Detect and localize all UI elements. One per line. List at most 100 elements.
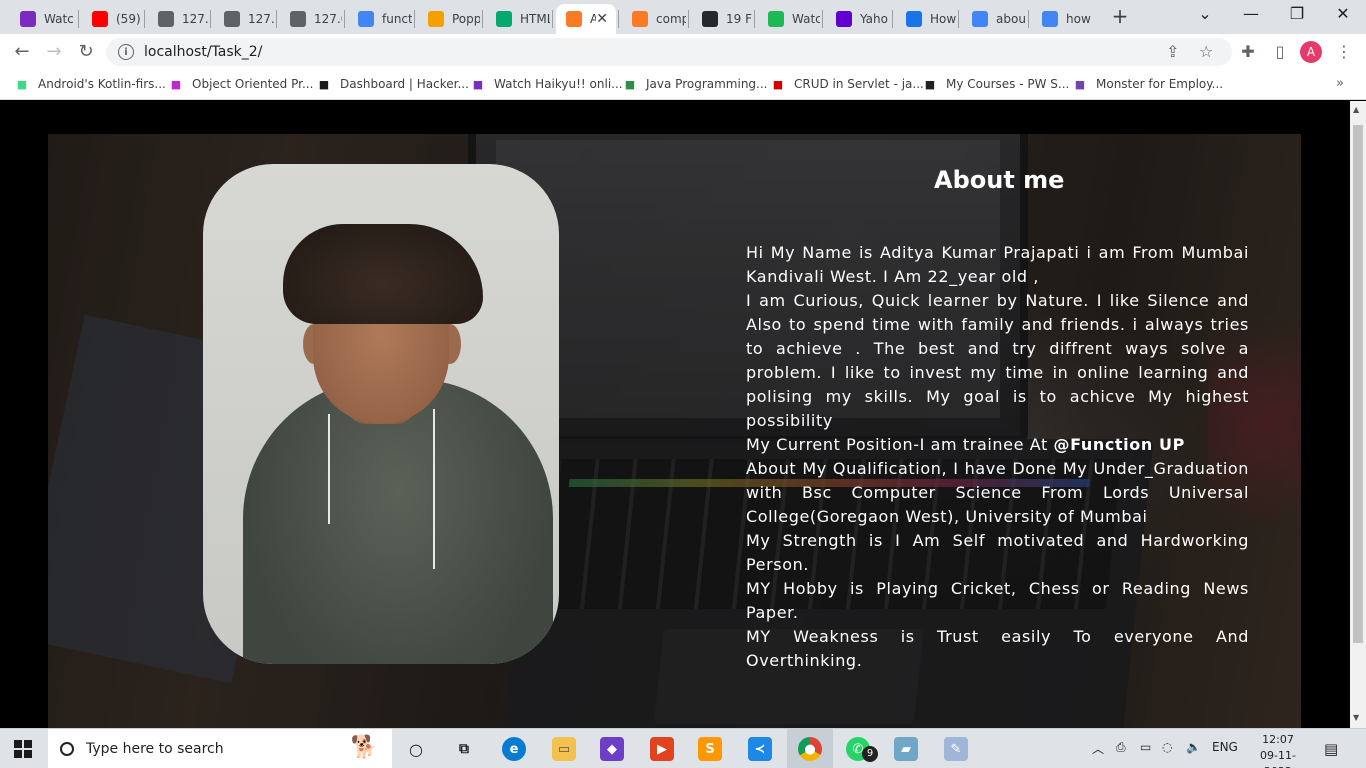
tab-label: Watc bbox=[44, 12, 74, 26]
tab-label: how bbox=[1066, 12, 1091, 26]
scroll-up-icon[interactable]: ▲ bbox=[1353, 105, 1359, 114]
tab-separator bbox=[754, 10, 755, 28]
bookmark-item[interactable]: ■ Java Programming... bbox=[622, 76, 768, 92]
back-icon[interactable]: ← bbox=[10, 40, 34, 64]
browser-tab[interactable]: 19 FR bbox=[692, 4, 752, 34]
search-icon bbox=[60, 742, 74, 756]
network-icon[interactable]: ◌ bbox=[1162, 740, 1172, 754]
tab-label: abou bbox=[996, 12, 1026, 26]
browser-tab[interactable]: Popp bbox=[418, 4, 480, 34]
browser-tab[interactable]: 127.0 bbox=[148, 4, 208, 34]
edge-icon[interactable]: e bbox=[502, 737, 526, 761]
bookmark-label: Android's Kotlin-firs... bbox=[38, 77, 166, 91]
browser-tab[interactable]: abou bbox=[962, 4, 1026, 34]
show-hidden-icons[interactable]: ︿ bbox=[1092, 740, 1104, 757]
bookmark-label: Dashboard | Hacker... bbox=[340, 77, 469, 91]
windows-start-icon[interactable] bbox=[14, 740, 32, 758]
browser-tab[interactable]: (59) H bbox=[82, 4, 142, 34]
youtube-icon bbox=[92, 11, 108, 27]
paragraph-strength: My Strength is I Am Self motivated and H… bbox=[746, 531, 1249, 574]
device-icon[interactable]: ⎙ bbox=[1116, 740, 1126, 755]
taskbar-search[interactable]: Type here to search 🐕 bbox=[48, 729, 392, 768]
close-tab-icon[interactable]: ✕ bbox=[596, 11, 608, 27]
bookmark-star-icon[interactable]: ☆ bbox=[1199, 42, 1213, 61]
bookmark-item[interactable]: ■ Monster for Employ... bbox=[1072, 76, 1223, 92]
page-scrollbar[interactable]: ▲ ▼ bbox=[1350, 101, 1366, 728]
tab-label: 127.0 bbox=[182, 12, 208, 26]
profile-avatar[interactable]: A bbox=[1300, 41, 1322, 63]
browser-tab[interactable]: how bbox=[1032, 4, 1096, 34]
bookmark-item[interactable]: ■ Android's Kotlin-firs... bbox=[14, 76, 166, 92]
bookmark-label: My Courses - PW S... bbox=[946, 77, 1070, 91]
info-icon bbox=[906, 11, 922, 27]
hackerrank-icon: ■ bbox=[318, 77, 330, 91]
profile-photo bbox=[203, 164, 559, 664]
extensions-icon[interactable]: ✚ bbox=[1238, 42, 1258, 61]
scroll-down-icon[interactable]: ▼ bbox=[1353, 713, 1359, 722]
browser-tab[interactable]: How bbox=[896, 4, 956, 34]
browser-tab[interactable]: Watc bbox=[10, 4, 76, 34]
language-indicator[interactable]: ENG bbox=[1212, 740, 1238, 754]
oop-icon: ■ bbox=[170, 77, 182, 91]
menu-icon[interactable]: ⋮ bbox=[1334, 42, 1354, 61]
more-bookmarks-icon[interactable]: » bbox=[1336, 76, 1344, 91]
browser-tab[interactable]: 127.0 bbox=[214, 4, 274, 34]
taskbar-clock[interactable]: 12:07 09-11-2022 bbox=[1248, 732, 1308, 768]
tab-search-icon[interactable]: ⌄ bbox=[1190, 4, 1220, 23]
close-window-button[interactable]: ✕ bbox=[1328, 4, 1358, 23]
sublime-text-icon[interactable]: S bbox=[698, 737, 722, 761]
scrollbar-thumb[interactable] bbox=[1353, 125, 1363, 643]
gfg-icon: ■ bbox=[624, 77, 636, 91]
paragraph-nature: I am Curious, Quick learner by Nature. I… bbox=[746, 291, 1249, 430]
about-text: Hi My Name is Aditya Kumar Prajapati i a… bbox=[746, 241, 1249, 673]
tab-separator bbox=[822, 10, 823, 28]
share-icon[interactable]: ⇪ bbox=[1166, 42, 1179, 61]
file-explorer-icon[interactable]: ▭ bbox=[552, 737, 576, 761]
site-info-icon[interactable]: i bbox=[118, 44, 134, 60]
forward-icon[interactable]: → bbox=[42, 40, 66, 64]
browser-tab[interactable]: Yaho bbox=[826, 4, 890, 34]
media-player-icon[interactable]: ▶ bbox=[650, 737, 674, 761]
bookmark-item[interactable]: ■ Watch Haikyu!! onli... bbox=[470, 76, 623, 92]
clock-date: 09-11-2022 bbox=[1260, 749, 1296, 768]
address-text: localhost/Task_2/ bbox=[144, 44, 263, 60]
paint-icon[interactable]: ✎ bbox=[944, 737, 968, 761]
bookmark-item[interactable]: ■ CRUD in Servlet - ja... bbox=[770, 76, 924, 92]
new-tab-button[interactable]: + bbox=[1110, 4, 1130, 28]
tab-separator bbox=[1028, 10, 1029, 28]
vscode-icon[interactable]: ≺ bbox=[748, 737, 772, 761]
javatpoint-icon: ■ bbox=[772, 77, 784, 91]
browser-tab[interactable]: funct bbox=[348, 4, 412, 34]
tab-label: 127.0 bbox=[314, 12, 342, 26]
play-icon: ■ bbox=[472, 77, 484, 91]
side-panel-icon[interactable]: ▯ bbox=[1270, 42, 1290, 61]
address-bar[interactable]: i localhost/Task_2/ bbox=[106, 38, 1232, 66]
tab-separator bbox=[344, 10, 345, 28]
tab-label: (59) H bbox=[116, 12, 142, 26]
battery-icon[interactable]: ▭ bbox=[1140, 740, 1151, 754]
visual-studio-icon[interactable]: ◆ bbox=[600, 737, 624, 761]
volume-icon[interactable]: 🔈 bbox=[1186, 740, 1201, 754]
browser-tab[interactable]: Watc bbox=[758, 4, 820, 34]
bookmark-label: Monster for Employ... bbox=[1096, 77, 1224, 91]
tab-separator bbox=[144, 10, 145, 28]
notification-icon[interactable]: ▤ bbox=[1324, 740, 1338, 758]
globe-icon bbox=[224, 11, 240, 27]
tab-separator bbox=[688, 10, 689, 28]
notes-app-icon[interactable]: ▰ bbox=[894, 737, 918, 761]
tab-separator bbox=[892, 10, 893, 28]
browser-tab[interactable]: 127.0 bbox=[280, 4, 342, 34]
browser-tab[interactable]: comp bbox=[622, 4, 686, 34]
bookmark-item[interactable]: ■ Dashboard | Hacker... bbox=[316, 76, 469, 92]
task-view-icon[interactable]: ⧉ bbox=[452, 737, 476, 761]
cortana-icon[interactable]: ○ bbox=[404, 737, 428, 761]
bookmark-item[interactable]: ■ My Courses - PW S... bbox=[922, 76, 1070, 92]
restore-button[interactable]: ❐ bbox=[1282, 4, 1312, 23]
globe-icon bbox=[290, 11, 306, 27]
reload-icon[interactable]: ↻ bbox=[74, 40, 98, 64]
minimize-button[interactable]: — bbox=[1236, 4, 1266, 23]
bookmark-item[interactable]: ■ Object Oriented Pr... bbox=[168, 76, 314, 92]
browser-tab[interactable]: A ✕ bbox=[556, 4, 616, 34]
browser-tab[interactable]: HTML bbox=[486, 4, 550, 34]
chrome-icon[interactable]: ● bbox=[798, 737, 822, 761]
